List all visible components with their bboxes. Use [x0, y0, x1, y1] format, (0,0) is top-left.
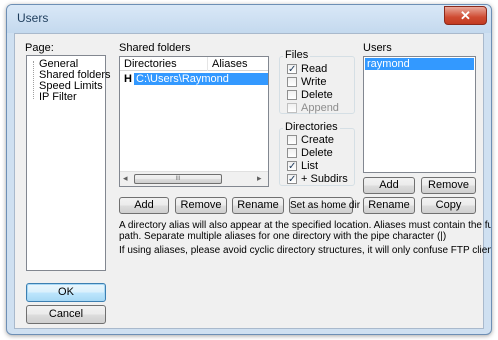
checkbox-create-label: Create: [301, 134, 335, 146]
shared-folders-label: Shared folders: [119, 42, 191, 54]
checkbox-read-box[interactable]: ✓: [287, 64, 297, 75]
checkbox-write-box[interactable]: [287, 77, 297, 87]
remove-user-button[interactable]: Remove: [421, 177, 476, 194]
checkbox-append-label: Append: [301, 102, 339, 114]
user-name: raymond: [367, 58, 410, 70]
info-text-line-3: If using aliases, please avoid cyclic di…: [119, 245, 492, 256]
checkbox-create-box[interactable]: [287, 135, 297, 145]
checkbox-append-box[interactable]: [287, 103, 297, 113]
window-title: Users: [17, 11, 49, 25]
files-group-label: Files: [283, 49, 311, 61]
shared-folders-list[interactable]: Directories Aliases H C:\Users\Raymond ◂…: [119, 56, 269, 187]
title-bar[interactable]: Users ✕: [7, 5, 491, 33]
list-item[interactable]: raymond: [365, 58, 474, 70]
column-divider: [207, 57, 208, 71]
dialog-client-area: Page: General Shared folders Speed Limit…: [14, 33, 491, 329]
checkbox-delete-file-label: Delete: [301, 89, 333, 101]
directories-checkboxes: Create Delete ✓ List ✓ + Subdirs: [287, 134, 353, 186]
users-dialog-window: Users ✕ Page: General Shared folders Spe…: [6, 4, 492, 335]
scroll-right-arrow[interactable]: ▸: [257, 173, 262, 184]
users-list[interactable]: raymond: [363, 56, 476, 173]
rename-folder-button[interactable]: Rename: [232, 197, 284, 214]
checkbox-delete-dir[interactable]: Delete: [287, 147, 351, 159]
checkbox-delete-file-box[interactable]: [287, 90, 297, 100]
checkbox-read[interactable]: ✓ Read: [287, 63, 351, 75]
close-button[interactable]: ✕: [444, 6, 487, 25]
checkbox-read-label: Read: [301, 63, 328, 75]
directory-cell: C:\Users\Raymond: [136, 73, 229, 85]
checkbox-write[interactable]: Write: [287, 76, 351, 88]
set-home-dir-button[interactable]: Set as home dir: [289, 197, 360, 214]
checkbox-create[interactable]: Create: [287, 134, 351, 146]
page-item-ip-filter[interactable]: IP Filter: [39, 91, 77, 103]
scroll-left-arrow[interactable]: ◂: [123, 173, 128, 184]
checkbox-subdirs[interactable]: ✓ + Subdirs: [287, 173, 351, 185]
checkbox-delete-dir-label: Delete: [301, 147, 333, 159]
checkbox-delete-dir-box[interactable]: [287, 148, 297, 158]
copy-user-button[interactable]: Copy: [421, 197, 476, 214]
info-text-line-1: A directory alias will also appear at th…: [119, 220, 492, 231]
checkbox-append[interactable]: Append: [287, 102, 351, 114]
tree-connector: [33, 61, 34, 99]
checkbox-subdirs-box[interactable]: ✓: [287, 174, 297, 185]
column-header-aliases[interactable]: Aliases: [212, 58, 247, 70]
horizontal-scrollbar[interactable]: ◂ III ▸: [120, 171, 268, 186]
checkbox-list[interactable]: ✓ List: [287, 160, 351, 172]
column-header-directories[interactable]: Directories: [124, 58, 177, 70]
checkbox-list-label: List: [301, 160, 319, 172]
rename-user-button[interactable]: Rename: [363, 197, 415, 214]
directories-group-label: Directories: [283, 121, 340, 133]
check-icon: ✓: [288, 174, 297, 185]
checkbox-list-box[interactable]: ✓: [287, 161, 297, 172]
add-folder-button[interactable]: Add: [119, 197, 169, 214]
users-label: Users: [363, 42, 392, 54]
add-user-button[interactable]: Add: [363, 177, 415, 194]
list-header: Directories Aliases: [120, 57, 268, 71]
files-checkboxes: ✓ Read Write Delete Append: [287, 63, 353, 114]
checkbox-write-label: Write: [301, 76, 327, 88]
checkbox-subdirs-label: + Subdirs: [301, 173, 348, 185]
ok-button[interactable]: OK: [26, 283, 106, 302]
check-icon: ✓: [288, 64, 297, 75]
table-row[interactable]: H C:\Users\Raymond: [122, 73, 268, 85]
home-dir-marker: H: [124, 73, 132, 85]
remove-folder-button[interactable]: Remove: [175, 197, 227, 214]
check-icon: ✓: [288, 161, 297, 172]
page-label: Page:: [25, 42, 54, 54]
scroll-thumb[interactable]: III: [134, 174, 222, 184]
info-text-line-2: path. Separate multiple aliases for one …: [119, 231, 447, 242]
checkbox-delete-file[interactable]: Delete: [287, 89, 351, 101]
cancel-button[interactable]: Cancel: [26, 305, 106, 324]
page-tree[interactable]: General Shared folders Speed Limits IP F…: [26, 55, 111, 271]
